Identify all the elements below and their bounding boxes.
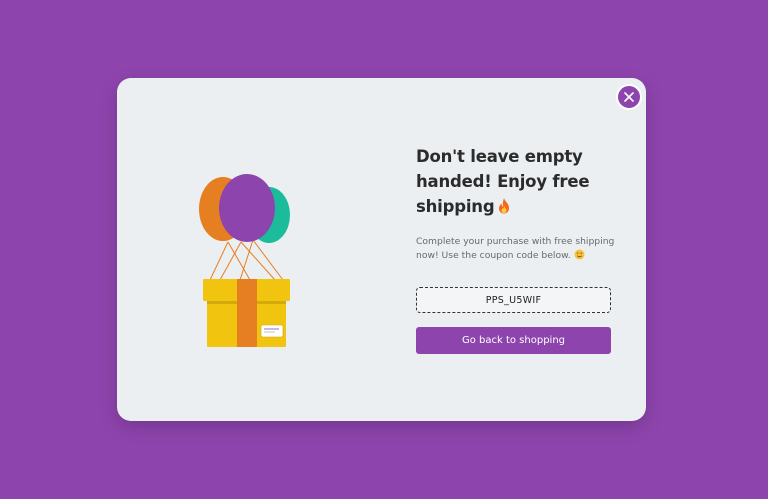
wink-emoji-icon <box>574 249 585 265</box>
popup-headline: Don't leave empty handed! Enjoy free shi… <box>416 144 616 221</box>
fire-icon <box>496 196 512 221</box>
popup-description: Complete your purchase with free shippin… <box>416 235 616 264</box>
close-button[interactable] <box>616 84 642 110</box>
purple-balloon <box>219 174 275 242</box>
coupon-code-box[interactable]: PPS_U5WIF <box>416 287 611 313</box>
free-shipping-popup: Don't leave empty handed! Enjoy free shi… <box>117 78 646 421</box>
page-background: Don't leave empty handed! Enjoy free shi… <box>0 0 768 499</box>
description-text: Complete your purchase with free shippin… <box>416 236 615 261</box>
gift-box-ribbon <box>237 279 257 347</box>
shipping-label <box>260 324 284 338</box>
close-icon <box>624 92 634 102</box>
go-back-to-shopping-button[interactable]: Go back to shopping <box>416 327 611 354</box>
coupon-code-text: PPS_U5WIF <box>485 294 542 306</box>
cta-label: Go back to shopping <box>461 335 566 346</box>
popup-content: Don't leave empty handed! Enjoy free shi… <box>416 144 616 264</box>
balloon-gift-box-illustration <box>199 174 290 347</box>
balloon-strings <box>209 239 284 281</box>
